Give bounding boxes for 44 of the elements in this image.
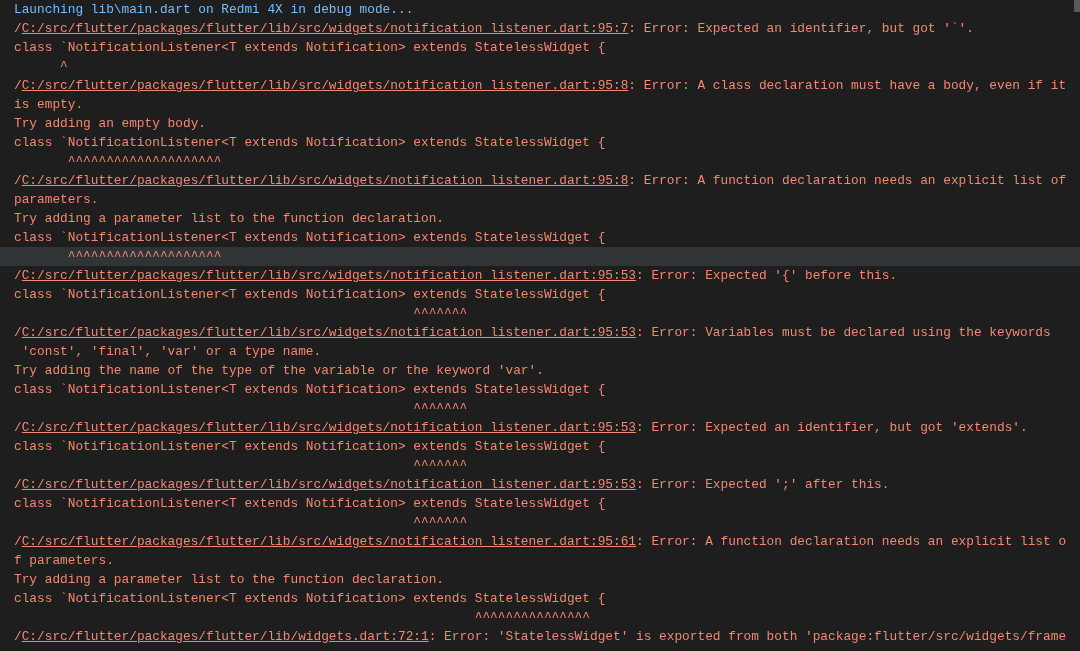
file-link[interactable]: C:/src/flutter/packages/flutter/lib/src/widgets/notification_listener.dart:95:53 bbox=[21, 420, 637, 435]
error-message: /C:/src/flutter/packages/flutter/lib/src/widgets/notification_listener.dart:95:7: Error: Expected an identifier, but got '`'. bbox=[14, 21, 974, 36]
file-link[interactable]: C:/src/flutter/packages/flutter/lib/src/widgets/notification_listener.dart:95:61 bbox=[21, 534, 637, 549]
caret-marker: ^^^^^^^ bbox=[412, 401, 468, 416]
caret-marker: ^^^^^^^^^^^^^^^ bbox=[473, 610, 590, 625]
file-link[interactable]: C:/src/flutter/packages/flutter/lib/src/widgets/notification_listener.dart:95:53 bbox=[21, 268, 637, 283]
file-link[interactable]: C:/src/flutter/packages/flutter/lib/src/widgets/notification_listener.dart:95:53 bbox=[21, 477, 637, 492]
scrollbar-thumb[interactable] bbox=[1074, 0, 1080, 12]
file-link[interactable]: C:/src/flutter/packages/flutter/lib/widgets.dart:72:1 bbox=[21, 629, 429, 644]
error-detail: is empty. bbox=[14, 97, 84, 112]
error-detail: Try adding a parameter list to the function declaration. bbox=[14, 211, 445, 226]
caret-marker: ^^^^^^^ bbox=[412, 515, 468, 530]
code-line: class `NotificationListener<T extends Notification> extends StatelessWidget { bbox=[14, 439, 606, 454]
caret-marker: ^^^^^^^ bbox=[412, 458, 468, 473]
caret-marker: ^^^^^^^^^^^^^^^^^^^^ bbox=[66, 249, 222, 264]
file-link[interactable]: C:/src/flutter/packages/flutter/lib/src/widgets/notification_listener.dart:95:8 bbox=[21, 173, 629, 188]
file-link[interactable]: C:/src/flutter/packages/flutter/lib/src/widgets/notification_listener.dart:95:7 bbox=[21, 21, 629, 36]
code-line: class `NotificationListener<T extends Notification> extends StatelessWidget { bbox=[14, 496, 606, 511]
error-message: /C:/src/flutter/packages/flutter/lib/src/widgets/notification_listener.dart:95:8: Error: A class declaration must have a body, even if it bbox=[14, 78, 1067, 93]
code-line: class `NotificationListener<T extends Notification> extends StatelessWidget { bbox=[14, 287, 606, 302]
error-detail: Try adding an empty body. bbox=[14, 116, 206, 131]
error-detail: Try adding the name of the type of the variable or the keyword 'var'. bbox=[14, 363, 544, 378]
error-message: /C:/src/flutter/packages/flutter/lib/src/widgets/notification_listener.dart:95:53: Error: Variables must be declared using the keywords bbox=[14, 325, 1051, 340]
caret-marker: ^ bbox=[59, 59, 68, 74]
error-detail: Try adding a parameter list to the function declaration. bbox=[14, 572, 445, 587]
error-message: /C:/src/flutter/packages/flutter/lib/src/widgets/notification_listener.dart:95:8: Error: A function declaration needs an explicit list of bbox=[14, 173, 1067, 188]
error-message: /C:/src/flutter/packages/flutter/lib/src/widgets/notification_listener.dart:95:53: Error: Expected an identifier, but got 'extends'. bbox=[14, 420, 1028, 435]
code-line: class `NotificationListener<T extends Notification> extends StatelessWidget { bbox=[14, 591, 606, 606]
code-line: class `NotificationListener<T extends Notification> extends StatelessWidget { bbox=[14, 382, 606, 397]
status-message: Launching lib\main.dart on Redmi 4X in debug mode... bbox=[14, 2, 414, 17]
error-detail: f parameters. bbox=[14, 553, 114, 568]
error-message: /C:/src/flutter/packages/flutter/lib/src/widgets/notification_listener.dart:95:53: Error: Expected ';' after this. bbox=[14, 477, 890, 492]
error-detail: parameters. bbox=[14, 192, 99, 207]
error-message: /C:/src/flutter/packages/flutter/lib/widgets.dart:72:1: Error: 'StatelessWidget' is exported from both 'package:flutter/src/widgets/frame bbox=[14, 629, 1067, 644]
code-line: class `NotificationListener<T extends Notification> extends StatelessWidget { bbox=[14, 40, 606, 55]
error-message: /C:/src/flutter/packages/flutter/lib/src/widgets/notification_listener.dart:95:53: Error: Expected '{' before this. bbox=[14, 268, 898, 283]
caret-marker: ^^^^^^^^^^^^^^^^^^^^ bbox=[66, 154, 222, 169]
file-link[interactable]: C:/src/flutter/packages/flutter/lib/src/widgets/notification_listener.dart:95:8 bbox=[21, 78, 629, 93]
error-message: /C:/src/flutter/packages/flutter/lib/src/widgets/notification_listener.dart:95:61: Error: A function declaration needs an explicit list o bbox=[14, 534, 1067, 549]
error-detail: 'const', 'final', 'var' or a type name. bbox=[20, 344, 322, 359]
code-line: class `NotificationListener<T extends Notification> extends StatelessWidget { bbox=[14, 135, 606, 150]
code-line: class `NotificationListener<T extends Notification> extends StatelessWidget { bbox=[14, 230, 606, 245]
file-link[interactable]: C:/src/flutter/packages/flutter/lib/src/widgets/notification_listener.dart:95:53 bbox=[21, 325, 637, 340]
caret-marker: ^^^^^^^ bbox=[412, 306, 468, 321]
